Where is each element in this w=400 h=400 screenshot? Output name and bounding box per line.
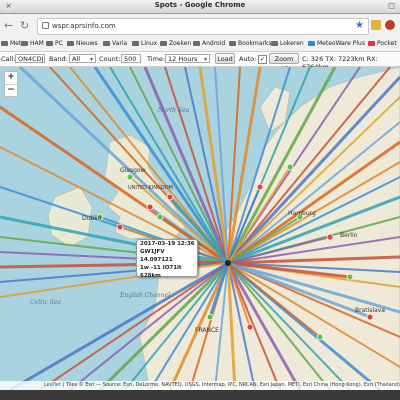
folder-icon [21,41,28,46]
spot-marker[interactable] [286,163,294,171]
window-bottom [0,390,400,400]
leaflet-link[interactable]: Leaflet [44,382,61,388]
spot-marker[interactable] [156,213,164,221]
popup-time: 2017-03-19 12:36 [140,241,195,247]
browser-toolbar: ← ↻ wspr.aprsinfo.com ★ [0,14,400,39]
bookmark-item[interactable]: Bookmarks [229,40,272,47]
bookmark-item[interactable]: Pocket [368,40,397,47]
city-label: Glasgow [120,167,146,174]
count-label: Count: [99,55,121,63]
spot-marker[interactable] [256,183,264,191]
spot-marker[interactable] [146,203,154,211]
band-select[interactable]: All [69,54,96,64]
auto-label: Auto: [239,55,257,63]
city-label: Bratislava [355,307,385,314]
reload-icon[interactable]: ↻ [20,19,29,32]
country-label: FRANCE [195,327,219,334]
folder-icon [229,41,236,46]
band-label: Band: [49,55,68,63]
spot-popup: 2017-03-19 12:36 GW1JFV 14.097121 1w -11… [136,239,198,279]
call-label: Call: [1,55,16,63]
spot-marker[interactable] [126,173,134,181]
bookmark-item[interactable]: Zoeken [160,40,191,47]
country-label: UNITED KINGDOM [128,185,173,191]
spot-marker[interactable] [346,273,354,281]
bookmark-item[interactable]: PC [46,40,63,47]
call-input[interactable]: ON4CDJ [15,54,45,63]
home-station-marker[interactable] [225,260,231,266]
bookmark-item[interactable]: Nieuws [67,40,98,47]
map-canvas[interactable] [0,67,400,390]
spot-marker[interactable] [116,223,124,231]
address-bar[interactable]: wspr.aprsinfo.com ★ [37,18,369,35]
zoom-all-button[interactable]: Zoom All [269,53,299,73]
extension-icon[interactable] [385,20,395,30]
sea-label: Celtic Sea [30,299,61,306]
popup-details: 1w -11 IO71lt 628km [140,265,182,279]
spot-marker[interactable] [246,323,254,331]
maximize-icon[interactable]: □ [387,2,396,11]
folder-icon [1,41,8,46]
bookmark-star-icon[interactable]: ★ [355,20,364,31]
spot-marker[interactable] [366,313,374,321]
folder-icon [271,41,278,46]
folder-icon [193,41,200,46]
spot-marker[interactable] [166,193,174,201]
bookmark-item[interactable]: Android [193,40,225,47]
bookmarks-bar: Meteo HAM PC Nieuws Varia Linux Zoeken A… [0,39,400,52]
load-button[interactable]: Load [215,53,235,64]
spot-marker[interactable] [206,313,214,321]
city-label: Hamburg [288,210,316,217]
pocket-icon [368,41,375,46]
city-label: Dublin [82,215,102,222]
zoom-control: + − [4,71,18,97]
bookmark-item[interactable]: Varia [103,40,127,47]
window-title: Spots - Google Chrome [154,1,246,9]
query-controls: Call: ON4CDJ Band: All Count: 500 Time: … [0,52,400,73]
popup-call: GW1JFV 14.097121 [140,249,173,263]
spot-marker[interactable] [326,233,334,241]
folder-icon [132,41,139,46]
folder-icon [46,41,53,46]
info-icon [42,22,49,29]
title-bar: × Spots - Google Chrome □ [0,0,400,14]
time-label: Time: [147,55,166,63]
address-text: wspr.aprsinfo.com [52,22,116,30]
bookmark-item[interactable]: MeteoWare Plus [308,40,365,47]
bookmark-item[interactable]: HAM [21,40,44,47]
folder-icon [67,41,74,46]
browser-window: × Spots - Google Chrome □ ← ↻ wspr.aprsi… [0,0,400,400]
city-label: Berlin [340,232,358,239]
zoom-out-button[interactable]: − [5,85,17,97]
map-attribution: Leaflet | Tiles © Esri — Source: Esri, D… [0,381,400,390]
bookmark-item[interactable]: Lokeren [271,40,304,47]
time-select[interactable]: 12 Hours [165,54,210,64]
extension-icon[interactable] [371,20,381,30]
folder-icon [160,41,167,46]
zoom-in-button[interactable]: + [5,72,17,85]
spot-marker[interactable] [316,333,324,341]
bookmark-item[interactable]: Linux [132,40,157,47]
sea-label: North Sea [158,107,190,114]
meteoware-icon [308,41,315,46]
attribution-text: | Tiles © Esri — Source: Esri, DeLorme, … [62,382,400,388]
map-view[interactable]: North Sea Celtic Sea English Channel Gla… [0,67,400,390]
count-input[interactable]: 500 [121,54,141,63]
sea-label: English Channel [120,292,171,299]
auto-checkbox[interactable]: ✓ [258,55,267,64]
back-icon[interactable]: ← [4,19,13,32]
folder-icon [103,41,110,46]
